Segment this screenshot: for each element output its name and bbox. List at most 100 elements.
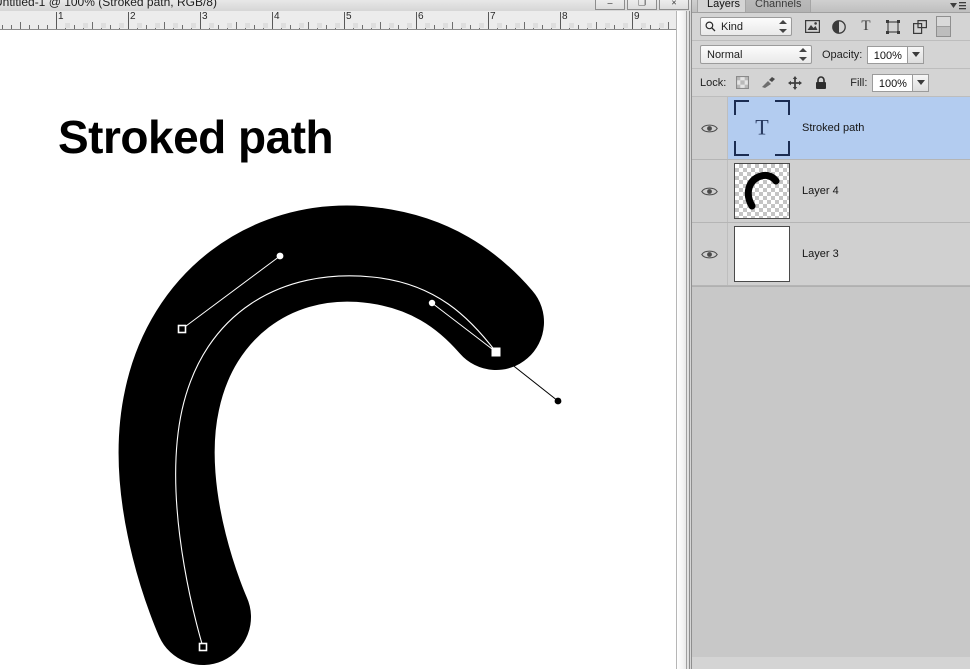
ruler-minor-tick (668, 22, 669, 29)
horizontal-ruler[interactable]: 1 2 3 4 5 6 7 8 9 (0, 11, 691, 30)
ruler-minor-tick (47, 25, 48, 29)
pixel-layer-filter-icon[interactable] (804, 19, 820, 35)
ruler-shade (173, 23, 178, 28)
fill-input[interactable]: 100% (872, 73, 914, 92)
ruler-shade (137, 23, 142, 28)
ruler-minor-tick (254, 25, 255, 29)
shape-layer-filter-icon[interactable] (885, 19, 901, 35)
ruler-minor-tick (110, 25, 111, 29)
anchor-bottom (198, 642, 208, 652)
ruler-minor-tick (290, 25, 291, 29)
eye-icon (701, 250, 718, 258)
ruler-shade (551, 23, 556, 28)
canvas-area[interactable]: Stroked path (0, 30, 676, 669)
close-icon: × (671, 0, 677, 8)
ruler-minor-tick (182, 25, 183, 29)
ruler-label: 3 (202, 11, 208, 22)
layer-visibility-toggle-layer-4[interactable] (692, 160, 728, 222)
ruler-shade (605, 23, 610, 28)
ruler-label: 1 (58, 11, 64, 22)
lock-fill-row: Lock: Fill: 100% (692, 69, 970, 97)
layer-thumbnail-cell-layer-4[interactable] (728, 163, 796, 219)
tab-channels[interactable]: Channels (745, 0, 812, 12)
ruler-shade (515, 23, 520, 28)
blend-opacity-row: Normal Opacity: 100% (692, 41, 970, 69)
layer-name-layer-3[interactable]: Layer 3 (796, 248, 839, 260)
layer-name-stroked-path[interactable]: Stroked path (796, 122, 864, 134)
ruler-shade (119, 23, 124, 28)
opacity-dropdown-button[interactable] (908, 45, 925, 64)
layer-thumbnail-cell-stroked-path[interactable]: T (728, 100, 796, 156)
photoshop-window: Untitled-1 @ 100% (Stroked path, RGB/8) … (0, 0, 970, 669)
layer-visibility-toggle-stroked-path[interactable] (692, 97, 728, 159)
ruler-shade (641, 23, 646, 28)
ruler-shade (623, 23, 628, 28)
scrollbar-track-line-inner (686, 11, 687, 669)
ruler-shade (425, 23, 430, 28)
anchor-right (491, 347, 501, 357)
layer-row-layer-4[interactable]: Layer 4 (692, 160, 970, 223)
ruler-minor-tick (236, 22, 237, 29)
ruler-shade (335, 23, 340, 28)
ruler-minor-tick (434, 25, 435, 29)
lock-image-pixels-icon[interactable] (761, 75, 776, 90)
ruler-shade (209, 23, 214, 28)
ruler-minor-tick (452, 22, 453, 29)
filter-enable-toggle[interactable] (936, 16, 951, 37)
lock-label: Lock: (700, 76, 727, 89)
layer-row-layer-3[interactable]: Layer 3 (692, 223, 970, 286)
ruler-minor-tick (146, 25, 147, 29)
ruler-shade (299, 23, 304, 28)
ruler-shade (443, 23, 448, 28)
lock-icon-group (735, 75, 828, 90)
tab-layers[interactable]: Layers (697, 0, 751, 12)
ruler-minor-tick (362, 25, 363, 29)
filter-kind-select[interactable]: Kind (700, 17, 792, 36)
canvas-text-layer[interactable]: Stroked path (58, 112, 334, 162)
window-controls: – ❐ × (595, 0, 689, 10)
blend-mode-select[interactable]: Normal (700, 45, 812, 64)
lock-all-icon[interactable] (813, 75, 828, 90)
text-layer-thumbnail: T (734, 100, 790, 156)
ruler-shade (83, 23, 88, 28)
filter-kind-label: Kind (721, 20, 744, 33)
ruler-shade (317, 23, 322, 28)
ruler-minor-tick (164, 22, 165, 29)
ruler-minor-tick (326, 25, 327, 29)
smart-object-filter-icon[interactable] (912, 19, 928, 35)
ruler-shade (101, 23, 106, 28)
opacity-input[interactable]: 100% (867, 45, 909, 64)
ruler-shade (371, 23, 376, 28)
layer-visibility-toggle-layer-3[interactable] (692, 223, 728, 285)
ruler-label: 4 (274, 11, 280, 22)
blend-mode-spinner[interactable] (799, 48, 807, 61)
layer-name-layer-4[interactable]: Layer 4 (796, 185, 839, 197)
adjustment-layer-filter-icon[interactable] (831, 19, 847, 35)
layer-thumbnail-cell-layer-3[interactable] (728, 226, 796, 282)
handle-out-dot (554, 397, 562, 405)
document-vertical-scrollbar[interactable] (676, 11, 692, 669)
ruler-shade (65, 23, 70, 28)
eye-icon (701, 187, 718, 195)
filter-kind-spinner[interactable] (779, 20, 787, 33)
ruler-shade (191, 23, 196, 28)
type-layer-filter-icon[interactable]: T (858, 19, 874, 35)
lock-transparent-pixels-icon[interactable] (735, 75, 750, 90)
layers-panel: Layers Channels Kind T Normal Opacity: 1… (691, 0, 970, 669)
lock-position-icon[interactable] (787, 75, 802, 90)
layer-list-empty-area[interactable] (692, 286, 970, 657)
ruler-shade (353, 23, 358, 28)
ruler-label: 2 (130, 11, 136, 22)
layer-row-stroked-path[interactable]: T Stroked path (692, 97, 970, 160)
ruler-minor-tick (20, 22, 21, 29)
minimize-button[interactable]: – (595, 0, 625, 10)
close-button[interactable]: × (659, 0, 689, 10)
scrollbar-track-line-outer (689, 11, 690, 669)
ruler-label: 9 (634, 11, 640, 22)
ruler-minor-tick (308, 22, 309, 29)
ruler-minor-tick (92, 22, 93, 29)
panel-menu-icon[interactable] (950, 1, 966, 11)
fill-dropdown-button[interactable] (913, 73, 930, 92)
thumbnail-curve-artwork (744, 171, 780, 210)
maximize-button[interactable]: ❐ (627, 0, 657, 10)
